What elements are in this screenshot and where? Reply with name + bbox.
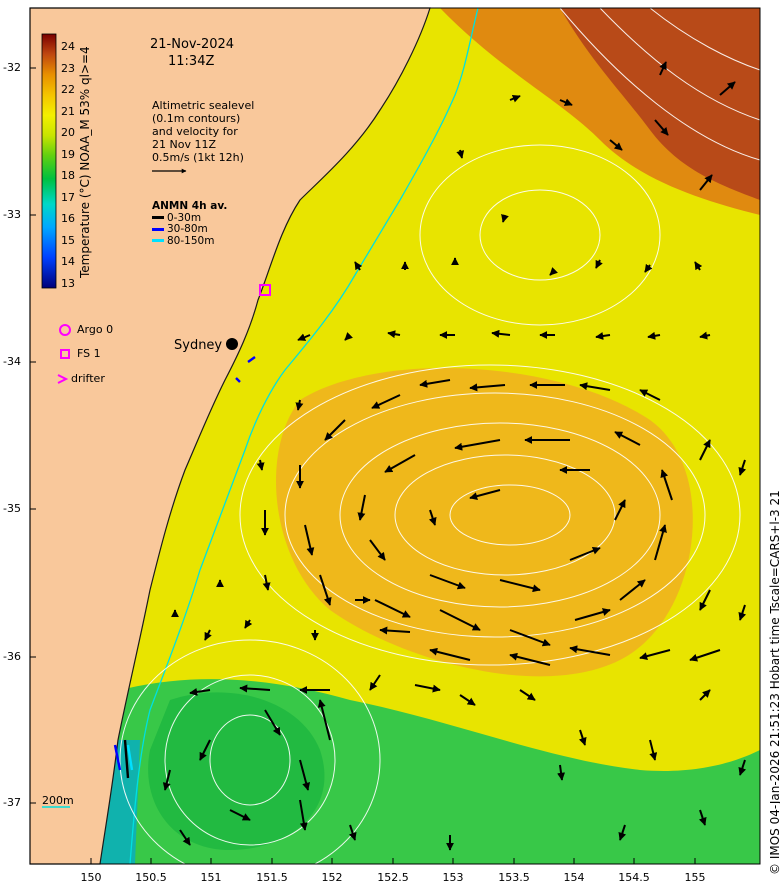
map-time: 11:34Z	[168, 54, 215, 69]
y-tick-label: -33	[3, 208, 21, 221]
isobath-label: 200m	[42, 794, 74, 807]
x-tick-label: 151	[200, 871, 222, 884]
y-tick-label: -35	[3, 502, 21, 515]
x-tick-label: 153.5	[498, 871, 530, 884]
y-tick-label: -34	[3, 355, 21, 368]
sydney-marker	[226, 338, 238, 350]
x-tick-label: 153	[442, 871, 464, 884]
x-tick-label: 152.5	[377, 871, 409, 884]
drifter-label: drifter	[71, 372, 105, 385]
x-tick-label: 155	[684, 871, 706, 884]
colorbar-tick: 13	[61, 277, 75, 290]
y-tick-label: -36	[3, 650, 21, 663]
altimetry-note: Altimetric sealevel (0.1m contours) and …	[152, 99, 254, 165]
legend-line-cyan	[152, 239, 164, 243]
sst-map	[29, 7, 761, 881]
x-tick-label: 150	[80, 871, 102, 884]
legend-line-blue	[152, 227, 164, 231]
x-tick-label: 154.5	[618, 871, 650, 884]
anmn-legend: ANMN 4h av. 0-30m 30-80m 80-150m	[152, 200, 227, 247]
legend-line-black	[152, 216, 164, 220]
colorbar-title: Temperature (°C) NOAA_M 53% ql>=4	[78, 46, 92, 278]
sydney-label: Sydney	[174, 338, 223, 353]
map-date: 21-Nov-2024	[150, 37, 235, 52]
x-tick-label: 152	[321, 871, 343, 884]
anmn-legend-label: 0-30m	[167, 211, 202, 224]
x-tick-label: 151.5	[256, 871, 288, 884]
anmn-legend-label: 30-80m	[167, 223, 208, 236]
fs-label: FS 1	[77, 347, 101, 360]
note-line: 0.5m/s (1kt 12h)	[152, 151, 244, 164]
y-tick-label: -32	[3, 61, 21, 74]
x-tick-label: 150.5	[135, 871, 167, 884]
y-tick-label: -37	[3, 796, 21, 809]
x-tick-label: 154	[563, 871, 585, 884]
anmn-legend-label: 80-150m	[167, 234, 215, 247]
colorbar	[41, 33, 57, 289]
credit-text: © IMOS 04-Jan-2026 21:51:23 Hobart time …	[768, 490, 780, 875]
argo-label: Argo 0	[77, 323, 114, 336]
anmn-legend-title: ANMN 4h av.	[152, 200, 228, 212]
